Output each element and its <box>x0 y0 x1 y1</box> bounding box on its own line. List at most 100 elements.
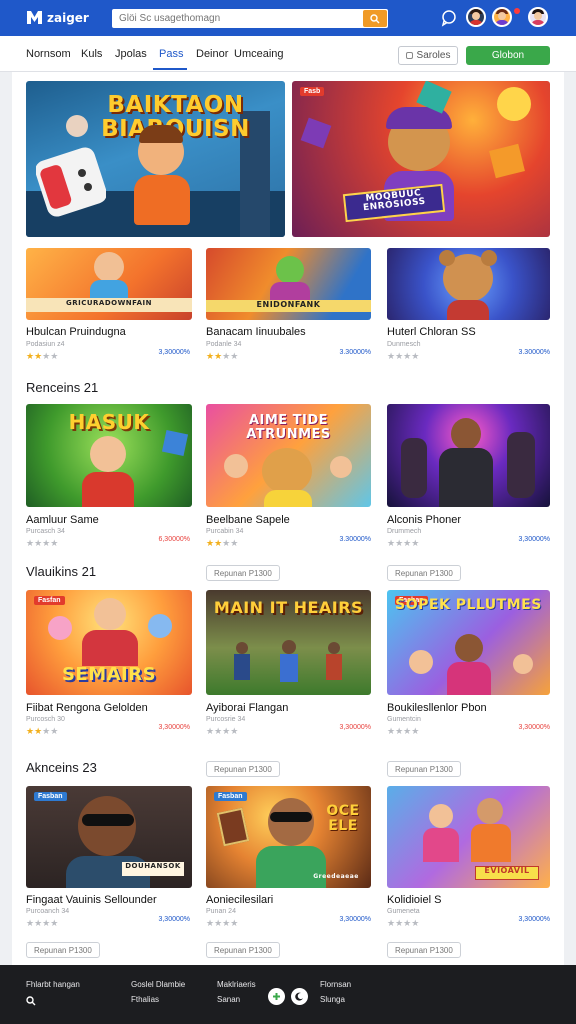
tab-nornsom[interactable]: Nornsom <box>26 48 71 60</box>
game-title[interactable]: Kolidioiel S <box>387 894 441 906</box>
game-title[interactable]: Hbulcan Pruindugna <box>26 326 126 338</box>
character-shirt <box>471 824 511 862</box>
star-icon: ★ <box>26 918 35 928</box>
star-icon: ★ <box>230 726 239 736</box>
search-input[interactable] <box>112 9 362 28</box>
thumbnail-title: DOUHANSOK <box>125 862 181 870</box>
avatar[interactable] <box>528 7 548 27</box>
game-thumbnail[interactable]: GRICURADOWNFAIN <box>26 248 192 320</box>
game-thumbnail[interactable] <box>387 248 550 320</box>
filter-pill[interactable]: Repunan P1300 <box>26 942 100 958</box>
footer-link[interactable]: Fthalias <box>131 992 185 1007</box>
footer-link[interactable]: Fhlarbt hangan <box>26 977 80 992</box>
character-head <box>78 796 136 856</box>
footer-link[interactable]: Flornsan <box>320 977 351 992</box>
top-bar: zaiger <box>0 0 576 36</box>
logo[interactable]: zaiger <box>26 9 89 26</box>
game-title[interactable]: Ayiborai Flangan <box>206 702 288 714</box>
thumbnail-title: SOPEK PLLUTMES <box>395 597 542 613</box>
game-thumbnail[interactable] <box>387 404 550 507</box>
search-button[interactable] <box>363 10 387 27</box>
chat-icon[interactable] <box>440 9 458 27</box>
game-thumbnail[interactable]: EVIOAVIL <box>387 786 550 888</box>
game-subtitle: Gumeneta <box>387 908 420 915</box>
game-thumbnail[interactable]: MAIN IT HEAIRS <box>206 590 371 695</box>
tab-jpolas[interactable]: Jpolas <box>115 48 147 60</box>
block-shape <box>161 429 189 457</box>
tab-umceaing[interactable]: Umceaing <box>234 48 284 60</box>
price-label: 3.30000% <box>339 349 371 356</box>
featured-banner[interactable]: Fasb MOQBUUC ENROSIOSS <box>292 81 550 237</box>
filter-pill[interactable]: Repunan P1300 <box>387 565 461 581</box>
star-icon: ★ <box>34 351 43 361</box>
star-icon: ★ <box>34 918 43 928</box>
avatar-body <box>531 20 545 25</box>
game-title[interactable]: Aamluur Same <box>26 514 99 526</box>
star-icon: ★ <box>214 538 223 548</box>
search-icon[interactable] <box>26 996 36 1006</box>
game-thumbnail[interactable]: AIME TIDE ATRUNMES <box>206 404 371 507</box>
logo-text: zaiger <box>47 10 89 25</box>
game-title[interactable]: Banacam Iinuubales <box>206 326 306 338</box>
game-title[interactable]: Fingaat Vauinis Sellounder <box>26 894 157 906</box>
active-tab-indicator <box>153 68 187 70</box>
theme-toggle-button[interactable] <box>291 988 308 1005</box>
game-title[interactable]: Fiibat Rengona Gelolden <box>26 702 148 714</box>
star-rating: ★★★★ <box>387 538 419 549</box>
avatar[interactable] <box>492 7 512 27</box>
game-title[interactable]: Beelbane Sapele <box>206 514 290 526</box>
game-thumbnail[interactable]: Fasban SOPEK PLLUTMES <box>387 590 550 695</box>
game-thumbnail[interactable]: HASUK <box>26 404 192 507</box>
samples-button[interactable]: Saroles <box>398 46 458 65</box>
avatar-face <box>472 12 480 20</box>
filter-pill[interactable]: Repunan P1300 <box>206 565 280 581</box>
bear-body <box>447 300 489 320</box>
game-thumbnail[interactable]: Fasban DOUHANSOK <box>26 786 192 888</box>
star-icon: ★ <box>50 726 59 736</box>
game-subtitle: Podasiun z4 <box>26 341 65 348</box>
game-subtitle: Purcasch 34 <box>26 528 65 535</box>
star-icon: ★ <box>206 538 215 548</box>
character-head <box>429 804 453 828</box>
star-rating: ★★★★ <box>387 726 419 737</box>
samples-label: Saroles <box>416 50 451 61</box>
tab-kuls[interactable]: Kuls <box>81 48 102 60</box>
star-rating: ★★★★ <box>206 726 238 737</box>
tab-deinor[interactable]: Deinor <box>196 48 228 60</box>
avatar[interactable] <box>466 7 486 27</box>
star-icon: ★ <box>411 726 420 736</box>
silhouette-shape <box>401 438 427 498</box>
game-title[interactable]: Huterl Chloran SS <box>387 326 476 338</box>
game-thumbnail[interactable]: Fasban OCE ELE Greedeaeae <box>206 786 371 888</box>
star-rating: ★★★★ <box>387 351 419 362</box>
character-head <box>276 256 304 284</box>
featured-banner[interactable]: BAIKTAON BIAROUISN <box>26 81 285 237</box>
filter-pill[interactable]: Repunan P1300 <box>387 761 461 777</box>
filter-pill[interactable]: Repunan P1300 <box>206 942 280 958</box>
game-title[interactable]: Aoniecilesilari <box>206 894 273 906</box>
game-title[interactable]: Alconis Phoner <box>387 514 461 526</box>
add-button[interactable] <box>268 988 285 1005</box>
filter-pill[interactable]: Repunan P1300 <box>387 942 461 958</box>
game-title[interactable]: Boukilesllenlor Pbon <box>387 702 487 714</box>
footer-link[interactable]: Slunga <box>320 992 351 1007</box>
footer-link[interactable]: Goslel Dlambie <box>131 977 185 992</box>
character-shirt <box>82 472 134 507</box>
star-icon: ★ <box>214 726 223 736</box>
footer-column: Maklriaeris Sanan <box>217 977 256 1007</box>
player-body <box>280 654 298 682</box>
game-thumbnail[interactable]: Fasfan SEMAIRS <box>26 590 192 695</box>
cta-button[interactable]: Globon <box>466 46 550 65</box>
tab-pass[interactable]: Pass <box>159 48 183 60</box>
bear-ear <box>481 250 497 266</box>
thumbnail-caption: Greedeaeae <box>313 873 359 880</box>
filter-pill[interactable]: Repunan P1300 <box>206 761 280 777</box>
game-thumbnail[interactable]: ENIDONFANK <box>206 248 371 320</box>
game-subtitle: Purcosrie 34 <box>206 716 246 723</box>
game-subtitle: Purcabin 34 <box>206 528 244 535</box>
card-shape <box>216 807 250 847</box>
character-shirt <box>256 846 326 888</box>
price-label: 3,30000% <box>158 916 190 923</box>
footer-link[interactable]: Sanan <box>217 992 256 1007</box>
footer-link[interactable]: Maklriaeris <box>217 977 256 992</box>
